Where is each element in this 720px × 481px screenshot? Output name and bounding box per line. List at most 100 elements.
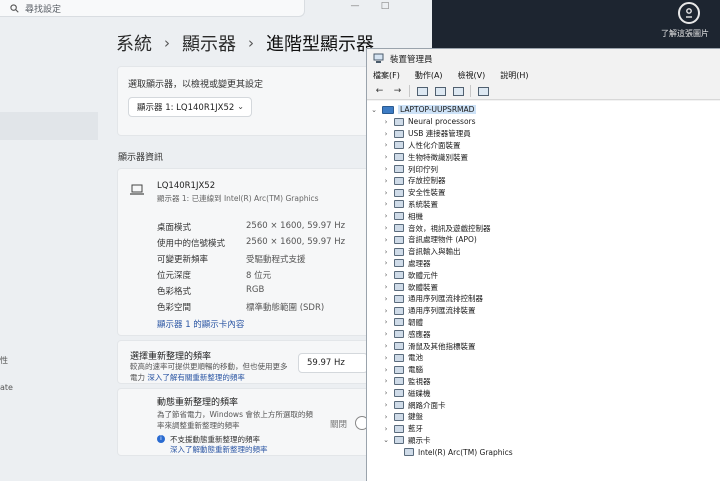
expand-right-icon[interactable]: › <box>381 165 391 173</box>
tree-root[interactable]: ⌄ LAPTOP-UUPSRMAD <box>369 104 477 116</box>
update-driver-icon[interactable] <box>452 86 465 97</box>
expand-right-icon[interactable]: › <box>381 130 391 138</box>
tree-category[interactable]: › 網路介面卡 <box>381 399 446 411</box>
menu-help[interactable]: 說明(H) <box>500 70 528 81</box>
tree-category[interactable]: › USB 連接器管理員 <box>381 128 471 140</box>
tree-category[interactable]: › Neural processors <box>381 116 476 128</box>
expand-right-icon[interactable]: › <box>381 401 391 409</box>
tree-category[interactable]: › 通用序列匯流排控制器 <box>381 293 483 305</box>
breadcrumb-system[interactable]: 系統 <box>116 30 152 56</box>
chevron-right-icon: › <box>164 34 170 52</box>
expand-right-icon[interactable]: › <box>381 177 391 185</box>
expand-right-icon[interactable]: › <box>381 200 391 208</box>
menu-view[interactable]: 檢視(V) <box>458 70 486 81</box>
tree-category[interactable]: › 處理器 <box>381 258 431 270</box>
tree-category[interactable]: ⌄ 顯示卡 <box>381 435 430 447</box>
tree-category[interactable]: › 安全性裝置 <box>381 187 446 199</box>
audio-processing-icon <box>394 235 404 244</box>
sidebar-selected-item[interactable] <box>0 112 98 140</box>
refresh-rate-learn-link[interactable]: 深入了解有關重新整理的頻率 <box>147 373 245 382</box>
expand-right-icon[interactable]: › <box>381 248 391 256</box>
expand-right-icon[interactable]: › <box>381 330 391 338</box>
learn-about-picture-label[interactable]: 了解這張圖片 <box>661 28 709 39</box>
dynamic-refresh-learn-link[interactable]: 深入了解動態重新整理的頻率 <box>170 444 268 455</box>
tree-category-label: 磁碟機 <box>408 388 431 398</box>
adapter-properties-link[interactable]: 顯示器 1 的顯示卡內容 <box>157 318 244 330</box>
refresh-rate-dropdown[interactable]: 59.97 Hz <box>298 353 368 373</box>
tree-category[interactable]: › 軟體裝置 <box>381 281 438 293</box>
tree-category[interactable]: › 人性化介面裝置 <box>381 140 461 152</box>
tree-category-label: 感應器 <box>408 329 431 339</box>
back-arrow-icon[interactable]: ← <box>373 86 386 97</box>
maximize-button[interactable]: □ <box>370 0 400 12</box>
expand-right-icon[interactable]: › <box>381 236 391 244</box>
tree-category[interactable]: › 滑鼠及其他指標裝置 <box>381 340 476 352</box>
expand-right-icon[interactable]: › <box>381 366 391 374</box>
expand-right-icon[interactable]: › <box>381 153 391 161</box>
tree-category-label: 監視器 <box>408 376 431 386</box>
tree-category[interactable]: › 列印佇列 <box>381 163 438 175</box>
expand-right-icon[interactable]: › <box>381 271 391 279</box>
menu-file[interactable]: 檔案(F) <box>373 70 400 81</box>
sidebar-item-fragment[interactable]: ate <box>0 383 13 392</box>
camera-icon[interactable] <box>678 2 700 24</box>
expand-right-icon[interactable]: › <box>381 212 391 220</box>
info-value: 2560 × 1600, 59.97 Hz <box>246 221 346 231</box>
tree-category[interactable]: › 感應器 <box>381 328 431 340</box>
expand-right-icon[interactable]: › <box>381 377 391 385</box>
device-tree: ⌄ LAPTOP-UUPSRMAD › Neural processors › USB… <box>367 101 720 481</box>
tree-category[interactable]: › 存放控制器 <box>381 175 446 187</box>
tree-category[interactable]: › 生物特徵識別裝置 <box>381 151 468 163</box>
tree-category[interactable]: › 系統裝置 <box>381 199 438 211</box>
tree-category[interactable]: › 電腦 <box>381 364 423 376</box>
expand-right-icon[interactable]: › <box>381 118 391 126</box>
search-box[interactable]: 尋找設定 <box>0 0 305 17</box>
tree-category[interactable]: › 電池 <box>381 352 423 364</box>
expand-right-icon[interactable]: › <box>381 389 391 397</box>
tree-category[interactable]: › 軟體元件 <box>381 269 438 281</box>
tree-category[interactable]: › 磁碟機 <box>381 387 431 399</box>
help-book-icon[interactable] <box>434 86 447 97</box>
scan-hardware-icon[interactable] <box>477 86 490 97</box>
expand-right-icon[interactable]: › <box>381 189 391 197</box>
menu-action[interactable]: 動作(A) <box>415 70 443 81</box>
tree-category[interactable]: › 鍵盤 <box>381 411 423 423</box>
info-label: 位元深度 <box>157 271 192 281</box>
expand-right-icon[interactable]: › <box>381 141 391 149</box>
tree-category[interactable]: › 音訊輸入與輸出 <box>381 246 461 258</box>
tree-category[interactable]: › 音效，視訊及遊戲控制器 <box>381 222 491 234</box>
breadcrumb-display[interactable]: 顯示器 <box>182 30 236 56</box>
expand-right-icon[interactable]: › <box>381 425 391 433</box>
expand-right-icon[interactable]: › <box>381 283 391 291</box>
expand-right-icon[interactable]: › <box>381 413 391 421</box>
tree-category-label: 軟體裝置 <box>408 282 438 292</box>
forward-arrow-icon[interactable]: → <box>391 86 404 97</box>
expand-right-icon[interactable]: › <box>381 342 391 350</box>
tree-category[interactable]: › 藍牙 <box>381 423 423 435</box>
tree-category[interactable]: › 通用序列匯流排裝置 <box>381 305 476 317</box>
expand-down-icon[interactable]: ⌄ <box>381 436 391 444</box>
tree-device[interactable]: Intel(R) Arc(TM) Graphics <box>401 446 513 458</box>
toggle-state-label: 關閉 <box>330 420 348 430</box>
info-label: 使用中的信號模式 <box>157 239 226 249</box>
minimize-button[interactable]: — <box>340 0 370 12</box>
expand-right-icon[interactable]: › <box>381 354 391 362</box>
expand-down-icon[interactable]: ⌄ <box>369 106 379 114</box>
tree-category[interactable]: › 監視器 <box>381 376 431 388</box>
expand-right-icon[interactable]: › <box>381 259 391 267</box>
tree-category[interactable]: › 相機 <box>381 210 423 222</box>
tree-category-label: 通用序列匯流排裝置 <box>408 306 476 316</box>
expand-right-icon[interactable]: › <box>381 318 391 326</box>
sidebar-item-fragment[interactable]: 性 <box>0 355 8 366</box>
expand-right-icon[interactable]: › <box>381 307 391 315</box>
audio-io-icon <box>394 247 404 256</box>
properties-icon[interactable] <box>416 86 429 97</box>
expand-right-icon[interactable]: › <box>381 295 391 303</box>
tree-category-label: 列印佇列 <box>408 164 438 174</box>
tree-category[interactable]: › 音訊處理物件 (APO) <box>381 234 477 246</box>
expand-right-icon[interactable]: › <box>381 224 391 232</box>
tree-category-label: 韌體 <box>408 317 423 327</box>
display-dropdown[interactable]: 顯示器 1: LQ140R1JX52 ⌄ <box>128 97 252 117</box>
software-device-icon <box>394 283 404 292</box>
tree-category[interactable]: › 韌體 <box>381 317 423 329</box>
